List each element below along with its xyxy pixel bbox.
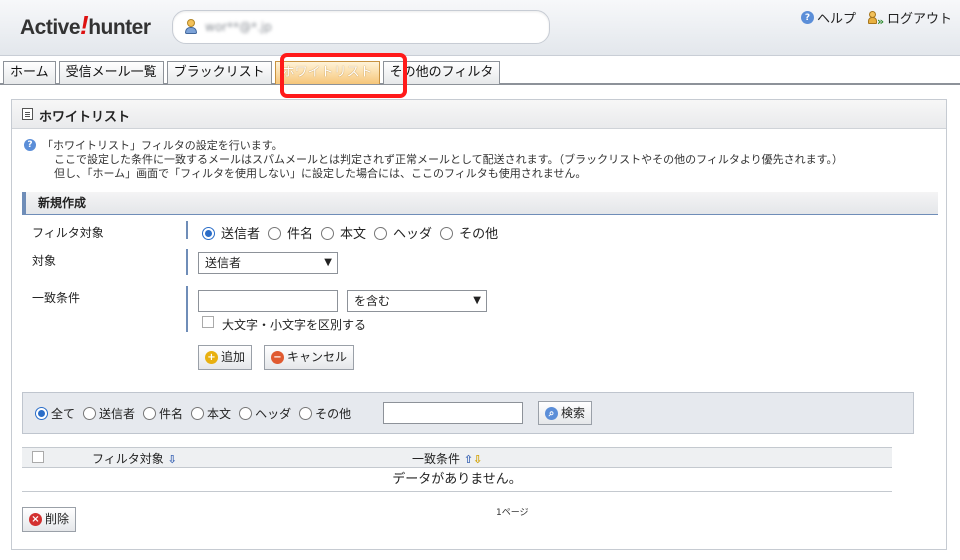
chevron-down-icon: ▼ <box>473 295 481 306</box>
main-tabs: ホーム 受信メール一覧 ブラックリスト ホワイトリスト その他のフィルタ <box>3 61 501 84</box>
desc-line-2: ここで設定した条件に一致するメールはスパムメールとは判定されず正常メールとして配… <box>54 153 844 166</box>
tab-inbox[interactable]: 受信メール一覧 <box>58 61 164 84</box>
chevron-down-icon: ▼ <box>324 257 332 268</box>
search-radio-subject[interactable]: 件名 <box>143 405 183 422</box>
delete-icon: × <box>29 513 42 526</box>
search-radio-sender[interactable]: 送信者 <box>83 405 135 422</box>
desc-line-1: 「ホワイトリスト」フィルタの設定を行います。 <box>42 139 283 152</box>
search-radio-other[interactable]: その他 <box>299 405 351 422</box>
add-button[interactable]: + 追加 <box>198 345 253 370</box>
search-bar: 全て 送信者 件名 本文 ヘッダ その他 ⌕ 検索 <box>22 392 914 434</box>
search-radio-all[interactable]: 全て <box>35 405 75 422</box>
sort-down-icon: ⇩ <box>167 453 177 466</box>
row-divider-3 <box>186 286 188 332</box>
panel-header: ホワイトリスト <box>12 100 946 129</box>
panel-title: ホワイトリスト <box>39 110 131 125</box>
logo-mark: ! <box>80 10 89 40</box>
section-title-new: 新規作成 <box>22 192 938 215</box>
info-icon: ? <box>24 139 36 151</box>
user-info-box: wor**@*.jp <box>172 10 550 44</box>
username: wor**@*.jp <box>205 20 272 34</box>
radio-body[interactable]: 本文 <box>321 223 366 242</box>
user-icon <box>185 19 197 35</box>
col-filter-target[interactable]: フィルタ対象 ⇩ <box>92 450 177 467</box>
top-bar: Active!hunter wor**@*.jp ? ヘルプ » ログアウト <box>0 0 960 56</box>
help-link[interactable]: ? ヘルプ <box>800 8 856 27</box>
user-exit-icon: » <box>867 10 884 28</box>
row-divider <box>186 221 188 239</box>
logo-text-2: hunter <box>88 16 151 39</box>
match-text-input[interactable] <box>198 290 338 312</box>
desc-line-3: 但し、「ホーム」画面で「フィルタを使用しない」に設定した場合には、ここのフィルタ… <box>54 167 587 180</box>
match-mode-select[interactable]: を含む ▼ <box>347 290 487 312</box>
logout-label: ログアウト <box>886 12 952 27</box>
description: ? 「ホワイトリスト」フィルタの設定を行います。 ここで設定した条件に一致するメ… <box>24 139 843 181</box>
tab-blacklist[interactable]: ブラックリスト <box>166 61 272 84</box>
tab-home[interactable]: ホーム <box>3 61 56 84</box>
filter-target-label: フィルタ対象 <box>32 226 104 240</box>
sort-down-icon: ⇩ <box>473 453 483 466</box>
minus-icon: − <box>271 351 284 364</box>
case-sensitive-checkbox[interactable] <box>202 316 214 328</box>
page-indicator: 1ページ <box>496 508 529 518</box>
row-divider-2 <box>186 249 188 275</box>
logout-link[interactable]: » ログアウト <box>867 8 952 28</box>
sort-up-icon: ⇧ <box>463 453 474 466</box>
empty-row: データがありません。 <box>22 468 892 492</box>
highlight-frame <box>280 53 407 98</box>
select-all-checkbox[interactable] <box>32 451 44 463</box>
match-label: 一致条件 <box>32 291 81 305</box>
search-radios: 全て 送信者 件名 本文 ヘッダ その他 <box>35 405 351 422</box>
target-label: 対象 <box>32 254 57 268</box>
radio-subject[interactable]: 件名 <box>268 223 313 242</box>
help-label: ヘルプ <box>816 12 856 27</box>
case-sensitive-label: 大文字・小文字を区別する <box>222 318 367 332</box>
app-logo[interactable]: Active!hunter <box>20 10 151 41</box>
top-links: ? ヘルプ » ログアウト <box>800 8 952 28</box>
plus-icon: + <box>205 351 218 364</box>
whitelist-panel: ホワイトリスト ? 「ホワイトリスト」フィルタの設定を行います。 ここで設定した… <box>11 99 947 550</box>
search-input[interactable] <box>383 402 523 424</box>
delete-button[interactable]: × 削除 <box>22 507 77 532</box>
target-select[interactable]: 送信者 ▼ <box>198 252 338 274</box>
search-radio-header[interactable]: ヘッダ <box>239 405 291 422</box>
radio-other[interactable]: その他 <box>440 223 498 242</box>
question-circle-icon: ? <box>800 11 814 24</box>
search-radio-body[interactable]: 本文 <box>191 405 231 422</box>
col-match[interactable]: 一致条件 ⇧⇩ <box>412 450 482 467</box>
radio-header[interactable]: ヘッダ <box>374 223 432 242</box>
filter-target-radios: 送信者 件名 本文 ヘッダ その他 <box>202 223 498 242</box>
table-header: フィルタ対象 ⇩ 一致条件 ⇧⇩ <box>22 447 892 468</box>
cancel-button[interactable]: − キャンセル <box>264 345 355 370</box>
document-icon <box>22 108 33 120</box>
radio-sender[interactable]: 送信者 <box>202 223 260 242</box>
search-icon: ⌕ <box>545 407 558 420</box>
logo-text: Active <box>20 16 81 39</box>
search-button[interactable]: ⌕ 検索 <box>538 401 593 425</box>
